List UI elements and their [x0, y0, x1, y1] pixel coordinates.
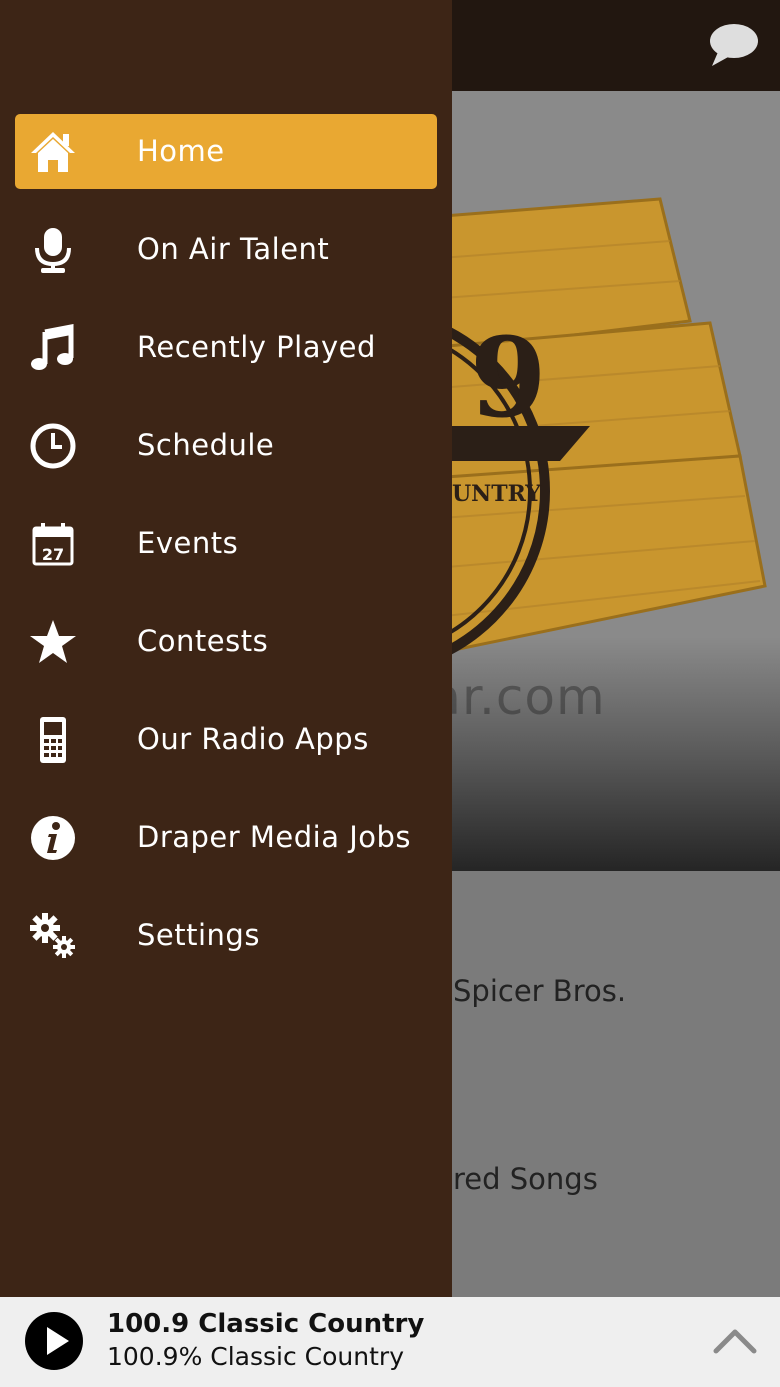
- calendar-day: 27: [42, 545, 64, 564]
- star-icon: [29, 618, 77, 666]
- content-line-artist[interactable]: Spicer Bros.: [453, 974, 626, 1008]
- menu-item-draper-media-jobs[interactable]: Draper Media Jobs: [15, 800, 437, 875]
- menu-item-settings[interactable]: Settings: [15, 898, 437, 973]
- calendar-icon: 27: [29, 520, 77, 568]
- logo-banner-text: UNTRY: [452, 481, 541, 507]
- menu-label-our-radio-apps: Our Radio Apps: [137, 722, 369, 756]
- menu-item-recently-played[interactable]: Recently Played: [15, 310, 437, 385]
- gears-icon: [29, 912, 77, 960]
- chevron-up-icon[interactable]: [712, 1325, 758, 1355]
- menu-label-draper-media-jobs: Draper Media Jobs: [137, 820, 412, 854]
- station-name: 100.9 Classic Country: [107, 1309, 425, 1339]
- player-bar[interactable]: 100.9 Classic Country 100.9% Classic Cou…: [0, 1297, 780, 1387]
- menu-item-events[interactable]: 27 Events: [15, 506, 437, 581]
- info-icon: [29, 814, 77, 862]
- play-icon: [25, 1312, 83, 1370]
- home-icon: [29, 128, 77, 176]
- menu-label-on-air-talent: On Air Talent: [137, 232, 330, 266]
- phone-icon: [29, 716, 77, 764]
- menu-label-schedule: Schedule: [137, 428, 275, 462]
- menu-item-contests[interactable]: Contests: [15, 604, 437, 679]
- menu-label-contests: Contests: [137, 624, 269, 658]
- navigation-drawer: Home On Air Talent Recently Played Sched…: [0, 0, 452, 1297]
- logo-number: 9: [470, 313, 547, 442]
- microphone-icon: [29, 226, 77, 274]
- menu-item-schedule[interactable]: Schedule: [15, 408, 437, 483]
- menu-label-home: Home: [137, 134, 225, 168]
- station-subtitle: 100.9% Classic Country: [107, 1342, 404, 1371]
- menu-label-events: Events: [137, 526, 239, 560]
- menu-item-on-air-talent[interactable]: On Air Talent: [15, 212, 437, 287]
- play-button[interactable]: [24, 1311, 84, 1371]
- content-line-songs[interactable]: red Songs: [453, 1162, 598, 1196]
- menu-label-settings: Settings: [137, 918, 260, 952]
- menu-item-home[interactable]: Home: [15, 114, 437, 189]
- chat-icon[interactable]: [708, 22, 760, 70]
- menu-label-recently-played: Recently Played: [137, 330, 376, 364]
- menu-item-our-radio-apps[interactable]: Our Radio Apps: [15, 702, 437, 777]
- clock-icon: [29, 422, 77, 470]
- music-note-icon: [29, 323, 77, 372]
